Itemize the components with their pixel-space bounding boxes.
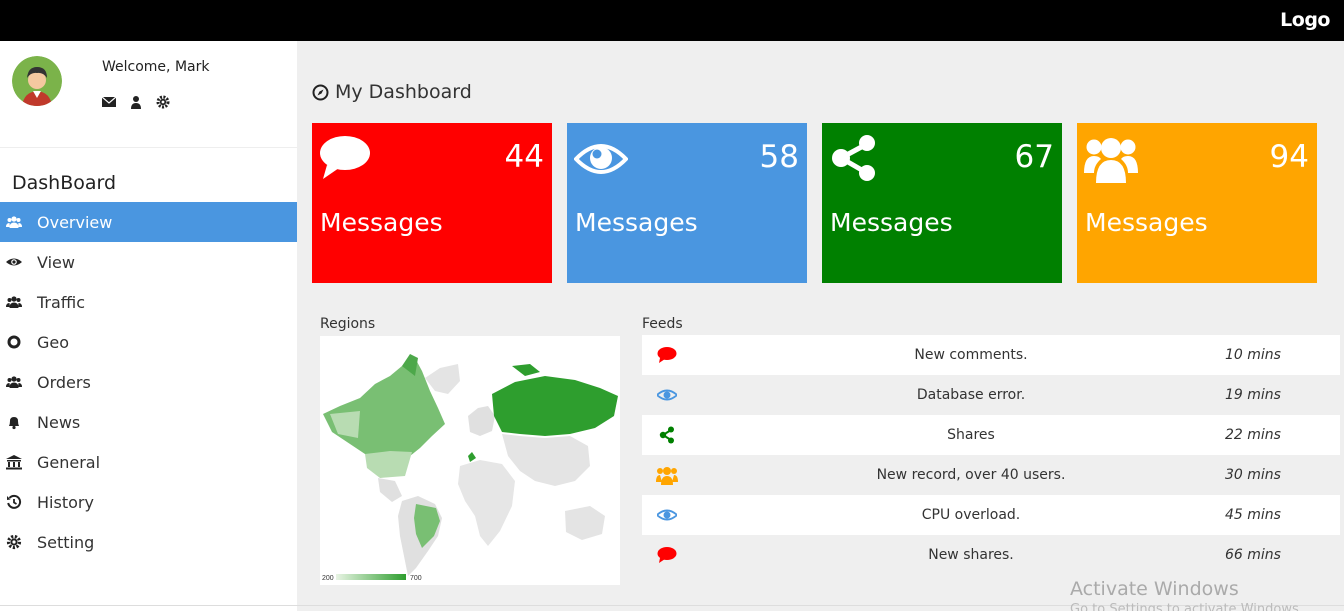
regions-map[interactable]: 200 700: [320, 336, 620, 585]
feeds-label: Feeds: [642, 316, 683, 332]
sidebar-item-label: Orders: [37, 372, 91, 392]
eye-icon: [573, 133, 629, 183]
profile-actions: [101, 94, 170, 109]
sidebar-item-label: General: [37, 452, 101, 472]
eye-icon: [642, 388, 692, 402]
gear-icon: [5, 534, 22, 550]
user-icon[interactable]: [129, 94, 143, 109]
feeds-list: New comments. 10 mins Database error. 19…: [642, 335, 1340, 575]
bank-icon: [5, 454, 22, 470]
stat-value: 94: [1269, 139, 1309, 175]
sidebar-item-label: History: [37, 492, 94, 512]
feed-time: 30 mins: [1225, 467, 1281, 483]
feed-time: 19 mins: [1225, 387, 1281, 403]
users-icon: [5, 294, 22, 310]
circle-icon: [5, 334, 22, 350]
feed-time: 66 mins: [1225, 547, 1281, 563]
sidebar-item-label: View: [37, 252, 75, 272]
comment-icon: [642, 346, 692, 364]
logo[interactable]: Logo: [1280, 9, 1330, 31]
sidebar-item-label: Setting: [37, 532, 95, 552]
feed-text: Shares: [947, 427, 995, 443]
compass-icon: [312, 84, 329, 100]
sidebar-item-view[interactable]: View: [0, 242, 297, 282]
profile-panel: Welcome, Mark: [0, 41, 297, 148]
feed-time: 10 mins: [1225, 347, 1281, 363]
sidebar: Welcome, Mark DashBoard Overview View Tr…: [0, 41, 297, 611]
users-icon: [642, 465, 692, 485]
bell-icon: [5, 414, 22, 430]
feed-text: New comments.: [914, 347, 1028, 363]
page-title: My Dashboard: [312, 81, 472, 103]
gear-icon[interactable]: [156, 94, 170, 109]
share-icon: [829, 133, 883, 183]
stat-value: 67: [1014, 139, 1054, 175]
feed-text: Database error.: [916, 387, 1026, 403]
sidebar-item-geo[interactable]: Geo: [0, 322, 297, 362]
envelope-icon[interactable]: [101, 94, 117, 108]
sidebar-item-overview[interactable]: Overview: [0, 202, 297, 242]
sidebar-title: DashBoard: [12, 172, 117, 194]
history-icon: [5, 494, 22, 510]
sidebar-item-label: News: [37, 412, 81, 432]
legend-min: 200: [322, 575, 334, 582]
sidebar-item-setting[interactable]: Setting: [0, 522, 297, 562]
page-title-text: My Dashboard: [335, 81, 472, 103]
users-icon: [5, 374, 22, 390]
list-item[interactable]: New comments. 10 mins: [642, 335, 1340, 375]
feed-text: CPU overload.: [921, 507, 1021, 523]
legend-gradient: [336, 574, 406, 580]
stat-card-shares[interactable]: 67 Messages: [822, 123, 1062, 283]
feed-time: 45 mins: [1225, 507, 1281, 523]
stat-label: Messages: [575, 208, 698, 237]
users-icon: [1084, 133, 1138, 183]
activation-watermark-sub: Go to Settings to activate Windows.: [1070, 602, 1303, 611]
stat-card-comments[interactable]: 44 Messages: [312, 123, 552, 283]
stat-label: Messages: [320, 208, 443, 237]
comment-icon: [319, 133, 373, 183]
eye-icon: [642, 508, 692, 522]
feed-text: New shares.: [928, 547, 1014, 563]
legend-max: 700: [410, 575, 422, 582]
sidebar-nav: Overview View Traffic Geo Orders News Ge…: [0, 202, 297, 562]
eye-icon: [5, 254, 22, 270]
sidebar-item-history[interactable]: History: [0, 482, 297, 522]
list-item[interactable]: New record, over 40 users. 30 mins: [642, 455, 1340, 495]
list-item[interactable]: Database error. 19 mins: [642, 375, 1340, 415]
regions-label: Regions: [320, 316, 376, 332]
comment-icon: [642, 546, 692, 564]
avatar[interactable]: [12, 56, 62, 106]
list-item[interactable]: CPU overload. 45 mins: [642, 495, 1340, 535]
world-map[interactable]: 200 700: [320, 336, 620, 585]
activation-watermark: Activate Windows: [1070, 578, 1239, 600]
main-content: My Dashboard 44 Messages 58 Messages 67 …: [297, 41, 1344, 611]
sidebar-item-orders[interactable]: Orders: [0, 362, 297, 402]
top-bar: Logo: [0, 0, 1344, 41]
sidebar-item-label: Traffic: [37, 292, 86, 312]
sidebar-item-general[interactable]: General: [0, 442, 297, 482]
users-icon: [5, 214, 22, 230]
list-item[interactable]: Shares 22 mins: [642, 415, 1340, 455]
sidebar-item-label: Geo: [37, 332, 70, 352]
stat-value: 44: [504, 139, 544, 175]
sidebar-item-label: Overview: [37, 212, 113, 232]
feed-time: 22 mins: [1225, 427, 1281, 443]
stat-label: Messages: [1085, 208, 1208, 237]
stat-card-views[interactable]: 58 Messages: [567, 123, 807, 283]
feed-text: New record, over 40 users.: [876, 467, 1066, 483]
stat-cards: 44 Messages 58 Messages 67 Messages 94 M…: [312, 123, 1317, 283]
list-item[interactable]: New shares. 66 mins: [642, 535, 1340, 575]
stat-value: 58: [759, 139, 799, 175]
sidebar-item-traffic[interactable]: Traffic: [0, 282, 297, 322]
sidebar-item-news[interactable]: News: [0, 402, 297, 442]
stat-card-users[interactable]: 94 Messages: [1077, 123, 1317, 283]
welcome-text: Welcome, Mark: [102, 59, 210, 75]
stat-label: Messages: [830, 208, 953, 237]
share-icon: [642, 426, 692, 444]
